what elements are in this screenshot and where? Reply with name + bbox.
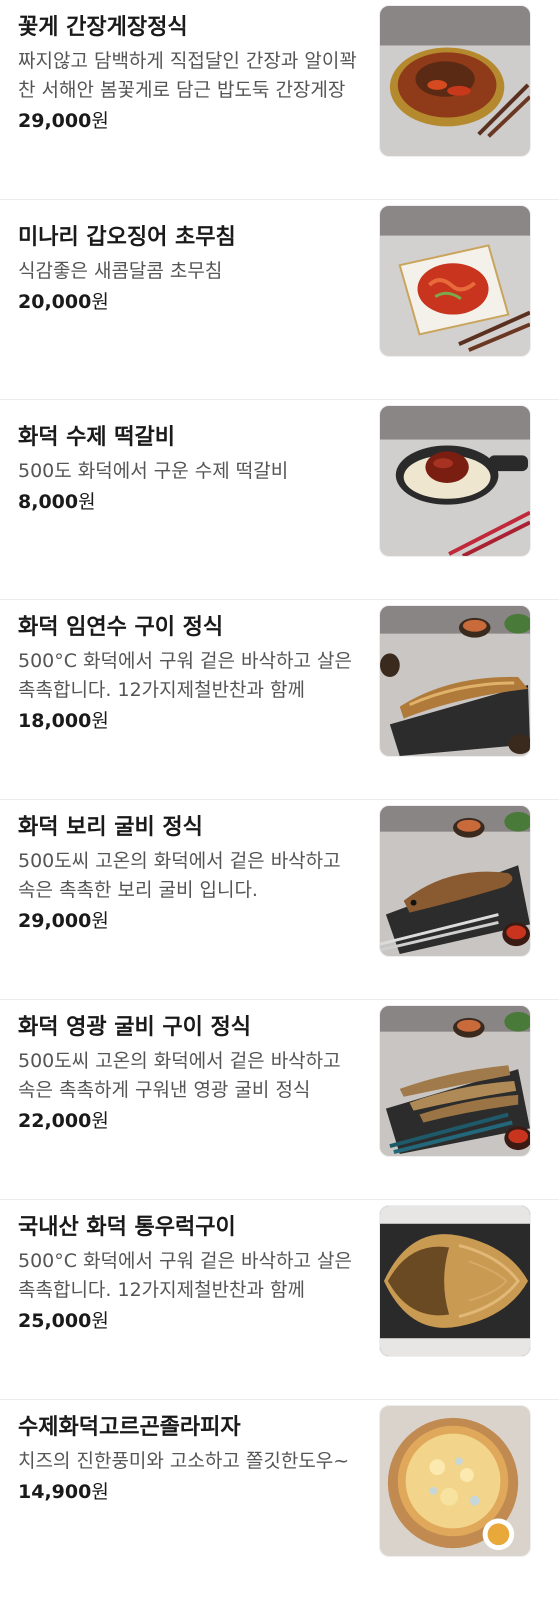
menu-item-description: 치즈의 진한풍미와 고소하고 쫄깃한도우~ <box>18 1450 350 1472</box>
price-value: 25,000 <box>18 1310 92 1332</box>
rockfish-photo[interactable] <box>379 1205 531 1357</box>
menu-item-name: 화덕 임연수 구이 정식 <box>18 615 224 640</box>
menu-item-price: 14,900원 <box>18 1478 358 1506</box>
barley-gulbi-photo[interactable] <box>379 805 531 957</box>
price-value: 18,000 <box>18 710 92 732</box>
menu-item-description: 500도씨 고온의 화덕에서 겉은 바삭하고 속은 촉촉한 보리 굴비 입니다. <box>18 850 341 901</box>
menu-item[interactable]: 화덕 보리 굴비 정식 500도씨 고온의 화덕에서 겉은 바삭하고 속은 촉촉… <box>0 800 559 1000</box>
price-value: 29,000 <box>18 110 92 132</box>
menu-item-name: 화덕 보리 굴비 정식 <box>18 815 203 840</box>
squid-salad-photo[interactable] <box>379 205 531 357</box>
menu-item-description: 식감좋은 새콤달콤 초무침 <box>18 260 223 282</box>
currency-suffix: 원 <box>91 1110 109 1132</box>
menu-item-name: 꽃게 간장게장정식 <box>18 15 188 40</box>
menu-item-description: 500°C 화덕에서 구워 겉은 바삭하고 살은 촉촉합니다. 12가지제철반찬… <box>18 650 352 701</box>
menu-item-price: 29,000원 <box>18 107 358 135</box>
menu-item-text: 화덕 임연수 구이 정식 500°C 화덕에서 구워 겉은 바삭하고 살은 촉촉… <box>18 612 358 735</box>
currency-suffix: 원 <box>91 910 109 932</box>
menu-item-description: 500도씨 고온의 화덕에서 겉은 바삭하고 속은 촉촉하게 구워낸 영광 굴비… <box>18 1050 341 1101</box>
menu-item-description: 500도 화덕에서 구운 수제 떡갈비 <box>18 460 289 482</box>
menu-item-name: 수제화덕고르곤졸라피자 <box>18 1415 241 1440</box>
menu-item-text: 화덕 영광 굴비 구이 정식 500도씨 고온의 화덕에서 겉은 바삭하고 속은… <box>18 1012 358 1135</box>
menu-item[interactable]: 화덕 임연수 구이 정식 500°C 화덕에서 구워 겉은 바삭하고 살은 촉촉… <box>0 600 559 800</box>
menu-item-name: 화덕 영광 굴비 구이 정식 <box>18 1015 252 1040</box>
menu-item-text: 국내산 화덕 통우럭구이 500°C 화덕에서 구워 겉은 바삭하고 살은 촉촉… <box>18 1212 358 1335</box>
menu-item[interactable]: 화덕 수제 떡갈비 500도 화덕에서 구운 수제 떡갈비 8,000원 <box>0 400 559 600</box>
grilled-mackerel-photo[interactable] <box>379 605 531 757</box>
currency-suffix: 원 <box>91 710 109 732</box>
menu-item-price: 29,000원 <box>18 907 358 935</box>
price-value: 8,000 <box>18 491 79 513</box>
menu-item-text: 꽃게 간장게장정식 짜지않고 담백하게 직접달인 간장과 알이꽉찬 서해안 봄꽃… <box>18 12 358 135</box>
menu-item-text: 미나리 갑오징어 초무침 식감좋은 새콤달콤 초무침 20,000원 <box>18 222 358 316</box>
currency-suffix: 원 <box>91 110 109 132</box>
menu-item-description: 500°C 화덕에서 구워 겉은 바삭하고 살은 촉촉합니다. 12가지제철반찬… <box>18 1250 352 1301</box>
yeonggwang-gulbi-photo[interactable] <box>379 1005 531 1157</box>
soy-crab-photo[interactable] <box>379 5 531 157</box>
currency-suffix: 원 <box>78 491 96 513</box>
menu-item[interactable]: 미나리 갑오징어 초무침 식감좋은 새콤달콤 초무침 20,000원 <box>0 200 559 400</box>
menu-item[interactable]: 국내산 화덕 통우럭구이 500°C 화덕에서 구워 겉은 바삭하고 살은 촉촉… <box>0 1200 559 1400</box>
menu-item-price: 20,000원 <box>18 288 358 316</box>
menu-item[interactable]: 꽃게 간장게장정식 짜지않고 담백하게 직접달인 간장과 알이꽉찬 서해안 봄꽃… <box>0 0 559 200</box>
menu-item-name: 화덕 수제 떡갈비 <box>18 425 175 450</box>
currency-suffix: 원 <box>91 1310 109 1332</box>
menu-item-name: 국내산 화덕 통우럭구이 <box>18 1215 236 1240</box>
menu-item[interactable]: 화덕 영광 굴비 구이 정식 500도씨 고온의 화덕에서 겉은 바삭하고 속은… <box>0 1000 559 1200</box>
menu-item-description: 짜지않고 담백하게 직접달인 간장과 알이꽉찬 서해안 봄꽃게로 담근 밥도둑 … <box>18 50 357 101</box>
currency-suffix: 원 <box>91 291 109 313</box>
menu-item-price: 8,000원 <box>18 488 358 516</box>
price-value: 22,000 <box>18 1110 92 1132</box>
menu-item-text: 수제화덕고르곤졸라피자 치즈의 진한풍미와 고소하고 쫄깃한도우~ 14,900… <box>18 1412 358 1506</box>
price-value: 20,000 <box>18 291 92 313</box>
menu-list: 꽃게 간장게장정식 짜지않고 담백하게 직접달인 간장과 알이꽉찬 서해안 봄꽃… <box>0 0 559 1600</box>
menu-item-price: 25,000원 <box>18 1307 358 1335</box>
gorgonzola-pizza-photo[interactable] <box>379 1405 531 1557</box>
menu-item-name: 미나리 갑오징어 초무침 <box>18 225 236 250</box>
price-value: 29,000 <box>18 910 92 932</box>
currency-suffix: 원 <box>91 1481 109 1503</box>
price-value: 14,900 <box>18 1481 92 1503</box>
menu-item-price: 18,000원 <box>18 707 358 735</box>
menu-item[interactable]: 수제화덕고르곤졸라피자 치즈의 진한풍미와 고소하고 쫄깃한도우~ 14,900… <box>0 1400 559 1600</box>
menu-item-text: 화덕 보리 굴비 정식 500도씨 고온의 화덕에서 겉은 바삭하고 속은 촉촉… <box>18 812 358 935</box>
tteokgalbi-photo[interactable] <box>379 405 531 557</box>
menu-item-price: 22,000원 <box>18 1107 358 1135</box>
menu-item-text: 화덕 수제 떡갈비 500도 화덕에서 구운 수제 떡갈비 8,000원 <box>18 422 358 516</box>
